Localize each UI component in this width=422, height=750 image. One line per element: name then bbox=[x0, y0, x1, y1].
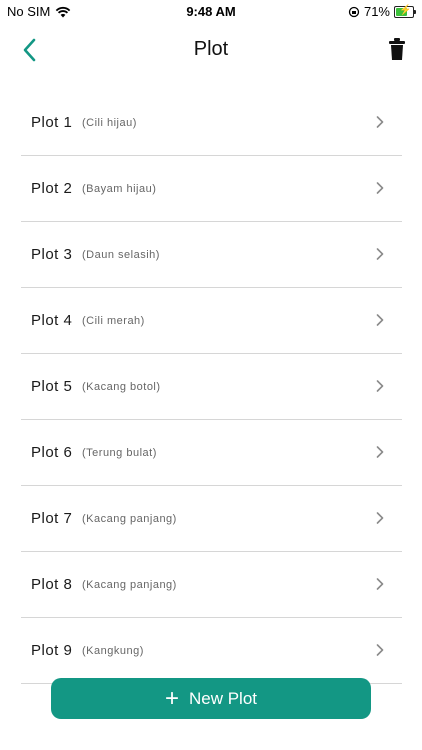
plot-name: Plot 5 bbox=[31, 378, 73, 395]
plot-crop: (Terung bulat) bbox=[82, 446, 157, 459]
plot-crop: (Bayam hijau) bbox=[82, 182, 157, 195]
chevron-right-icon bbox=[376, 116, 384, 128]
plot-row[interactable]: Plot 4 (Cili merah) bbox=[21, 288, 402, 354]
plot-name: Plot 4 bbox=[31, 312, 73, 329]
battery-icon: ⚡ bbox=[394, 4, 416, 18]
chevron-right-icon bbox=[376, 512, 384, 524]
new-plot-button[interactable]: + New Plot bbox=[51, 678, 371, 719]
status-right: 71% ⚡ bbox=[348, 4, 416, 19]
plot-crop: (Cili hijau) bbox=[82, 116, 137, 129]
status-bar: No SIM 9:48 AM 71% ⚡ bbox=[0, 0, 422, 22]
delete-button[interactable] bbox=[388, 36, 406, 62]
plot-row[interactable]: Plot 9 (Kangkung) bbox=[21, 618, 402, 684]
plot-crop: (Daun selasih) bbox=[82, 248, 160, 261]
chevron-right-icon bbox=[376, 314, 384, 326]
chevron-right-icon bbox=[376, 644, 384, 656]
plot-row[interactable]: Plot 7 (Kacang panjang) bbox=[21, 486, 402, 552]
chevron-right-icon bbox=[376, 182, 384, 194]
plot-name: Plot 3 bbox=[31, 246, 73, 263]
chevron-right-icon bbox=[376, 446, 384, 458]
plot-row[interactable]: Plot 3 (Daun selasih) bbox=[21, 222, 402, 288]
plot-crop: (Kangkung) bbox=[82, 644, 144, 657]
orientation-lock-icon bbox=[348, 6, 360, 17]
plot-name: Plot 8 bbox=[31, 576, 73, 593]
charging-bolt-icon: ⚡ bbox=[399, 4, 412, 16]
plot-crop: (Kacang panjang) bbox=[82, 512, 177, 525]
new-plot-label: New Plot bbox=[188, 688, 258, 708]
plot-crop: (Cili merah) bbox=[82, 314, 145, 327]
plot-row[interactable]: Plot 2 (Bayam hijau) bbox=[21, 156, 402, 222]
chevron-right-icon bbox=[376, 380, 384, 392]
plot-row[interactable]: Plot 5 (Kacang botol) bbox=[21, 354, 402, 420]
plot-name: Plot 9 bbox=[31, 642, 73, 659]
plot-name: Plot 2 bbox=[31, 180, 73, 197]
plot-list: Plot 1 (Cili hijau) Plot 2 (Bayam hijau) Plo… bbox=[21, 90, 402, 684]
plot-name: Plot 6 bbox=[31, 444, 73, 461]
plot-row[interactable]: Plot 6 (Terung bulat) bbox=[21, 420, 402, 486]
chevron-right-icon bbox=[376, 578, 384, 590]
plot-row[interactable]: Plot 8 (Kacang panjang) bbox=[21, 552, 402, 618]
plot-crop: (Kacang botol) bbox=[82, 380, 161, 393]
plot-name: Plot 1 bbox=[31, 114, 73, 131]
chevron-right-icon bbox=[376, 248, 384, 260]
navigation-bar: Plot bbox=[0, 26, 422, 74]
plus-icon: + bbox=[164, 684, 179, 712]
battery-percent: 71% bbox=[363, 4, 390, 19]
plot-name: Plot 7 bbox=[31, 510, 73, 527]
trash-icon bbox=[389, 38, 405, 60]
plot-row[interactable]: Plot 1 (Cili hijau) bbox=[21, 90, 402, 156]
page-title: Plot bbox=[193, 38, 229, 60]
plot-crop: (Kacang panjang) bbox=[82, 578, 177, 591]
